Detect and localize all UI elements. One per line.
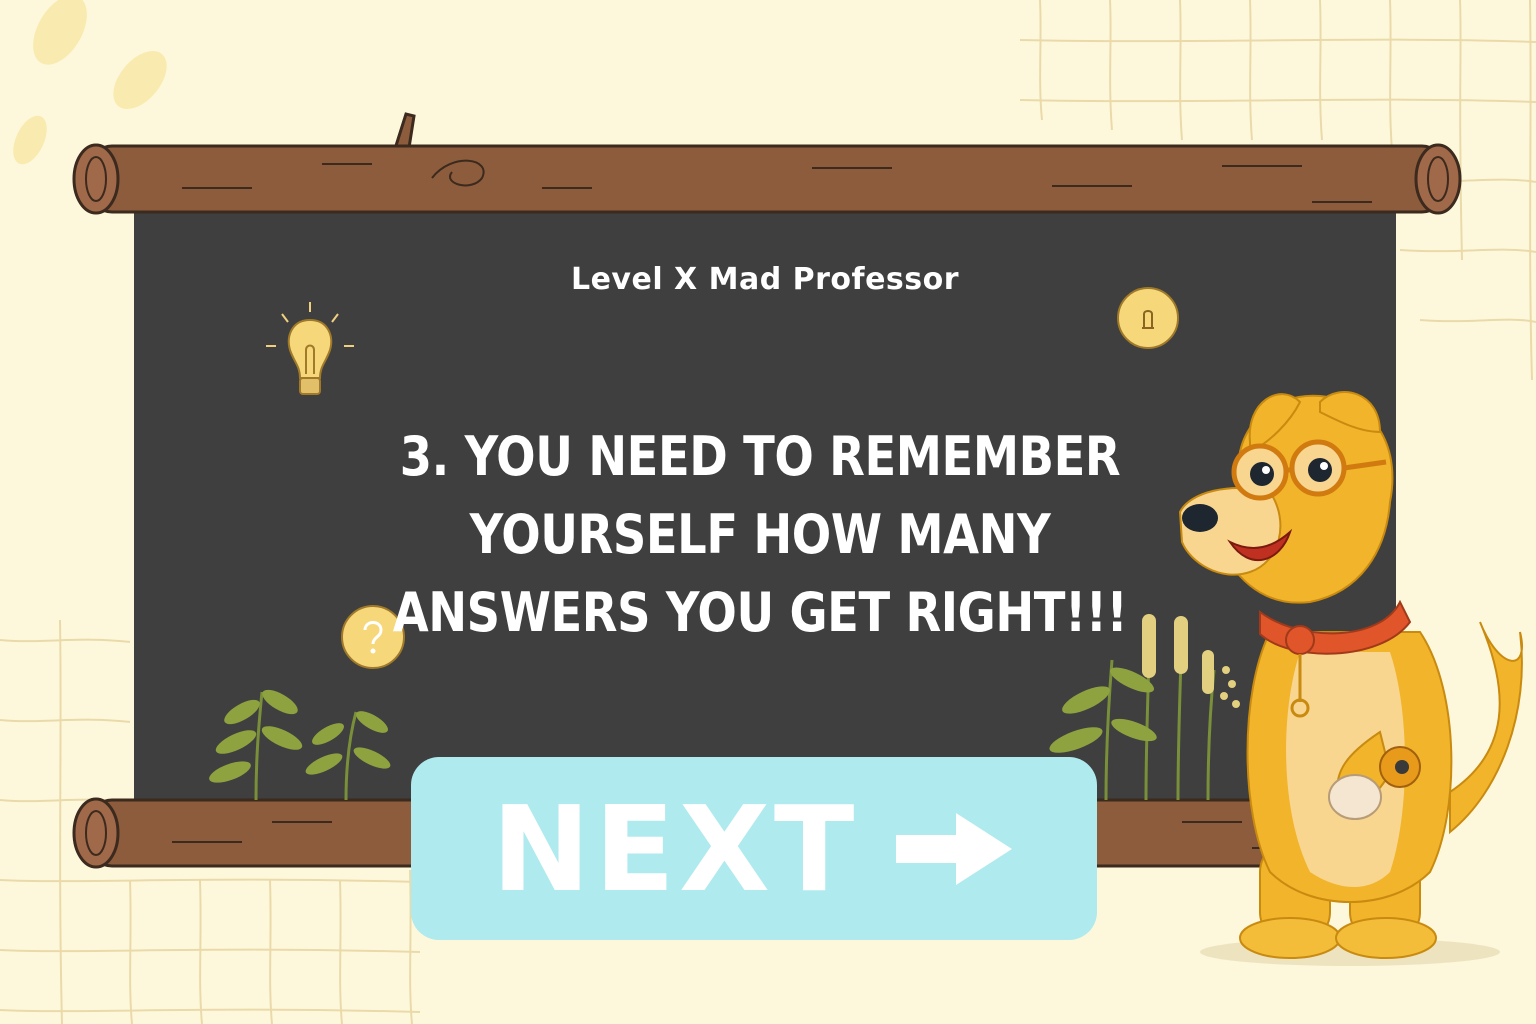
lightbulb-icon <box>266 302 354 395</box>
next-button[interactable]: NEXT <box>411 757 1097 940</box>
arrow-right-icon <box>896 812 1013 885</box>
question-text: 3. You need to remember yourself how man… <box>392 425 1128 644</box>
plant-icon <box>209 689 391 801</box>
next-button-label: NEXT <box>491 779 859 918</box>
level-title: Level X Mad Professor <box>570 262 960 297</box>
top-log <box>72 112 1462 215</box>
dog-professor-mascot <box>1178 391 1523 966</box>
